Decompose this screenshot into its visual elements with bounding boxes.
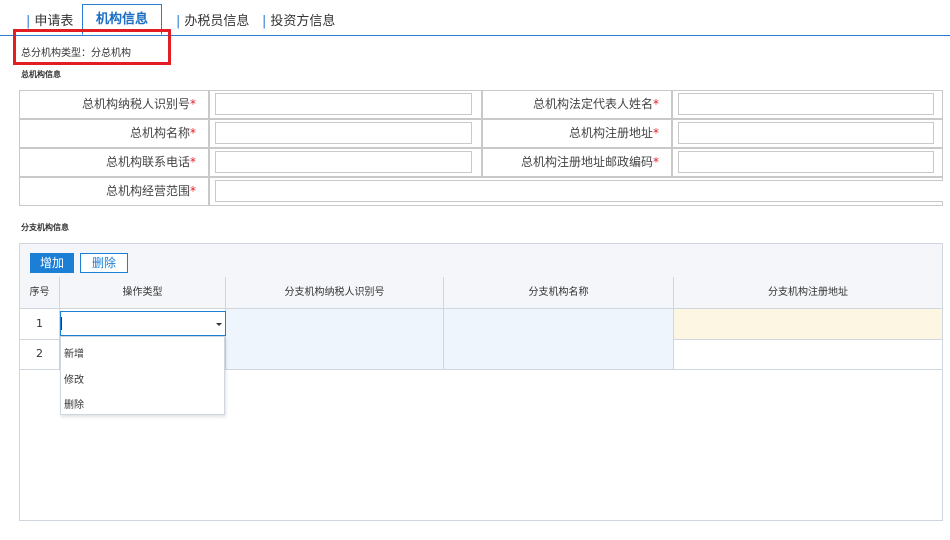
- dropdown-option-delete[interactable]: 删除: [64, 396, 84, 411]
- required-mark: *: [653, 126, 659, 140]
- row-index: 1: [20, 309, 60, 339]
- branch-name-cell[interactable]: [444, 309, 674, 339]
- legal-rep-label: 总机构法定代表人姓名*: [482, 90, 672, 119]
- chevron-down-icon[interactable]: [216, 323, 222, 326]
- required-mark: *: [190, 126, 196, 140]
- required-mark: *: [653, 97, 659, 111]
- label-text: 总机构注册地址: [568, 126, 653, 140]
- tax-id-input[interactable]: [215, 93, 472, 115]
- reg-address-label: 总机构注册地址*: [482, 119, 672, 148]
- tab-separator: |: [262, 14, 267, 29]
- delete-button[interactable]: 删除: [80, 253, 128, 273]
- business-scope-input[interactable]: [215, 180, 943, 202]
- branch-tax-id-cell[interactable]: [226, 309, 444, 339]
- tab-separator: |: [26, 14, 31, 29]
- branch-address-cell[interactable]: [674, 339, 942, 369]
- required-mark: *: [190, 155, 196, 169]
- required-mark: *: [190, 184, 196, 198]
- required-mark: *: [653, 155, 659, 169]
- head-office-section-title: 总机构信息: [21, 70, 61, 79]
- form-row: 总机构名称* 总机构注册地址*: [19, 119, 943, 148]
- tax-id-label: 总机构纳税人识别号*: [19, 90, 209, 119]
- branch-name-cell[interactable]: [444, 339, 674, 369]
- tab-label: 办税员信息: [184, 14, 250, 29]
- branch-address-cell[interactable]: [674, 309, 942, 339]
- label-text: 总机构纳税人识别号: [81, 97, 190, 111]
- postal-code-input[interactable]: [678, 151, 934, 173]
- label-text: 总机构联系电话: [105, 155, 190, 169]
- column-header-branch-address: 分支机构注册地址: [768, 287, 848, 298]
- form-row: 总机构纳税人识别号* 总机构法定代表人姓名*: [19, 90, 943, 119]
- tab-investor-info[interactable]: | 投资方信息: [262, 10, 335, 29]
- column-header-operation-type: 操作类型: [60, 277, 226, 308]
- legal-rep-input[interactable]: [678, 93, 934, 115]
- table-header: 序号 操作类型 分支机构纳税人识别号 分支机构名称 分支机构注册地址: [20, 277, 942, 309]
- tab-application[interactable]: | 申请表: [26, 10, 73, 29]
- form-row: 总机构联系电话* 总机构注册地址邮政编码*: [19, 148, 943, 177]
- org-type-line: 总分机构类型：分总机构: [21, 48, 131, 59]
- label-text: 总机构经营范围: [105, 184, 190, 198]
- row-index: 2: [20, 339, 60, 369]
- label-text: 总机构法定代表人姓名: [532, 97, 653, 111]
- operation-type-select[interactable]: [60, 311, 226, 336]
- operation-type-dropdown: 新增 修改 删除: [60, 336, 225, 415]
- branch-section-title: 分支机构信息: [21, 223, 69, 232]
- tab-tax-officer-info[interactable]: | 办税员信息: [176, 10, 249, 29]
- phone-label: 总机构联系电话*: [19, 148, 209, 177]
- dropdown-option-modify[interactable]: 修改: [64, 371, 84, 386]
- name-input[interactable]: [215, 122, 472, 144]
- column-header-branch-tax-id: 分支机构纳税人识别号: [226, 277, 444, 308]
- branch-tax-id-cell[interactable]: [226, 339, 444, 369]
- text-caret: [61, 317, 62, 330]
- add-button[interactable]: 增加: [30, 253, 74, 273]
- required-mark: *: [190, 97, 196, 111]
- column-header-branch-name: 分支机构名称: [444, 277, 674, 308]
- dropdown-option-add[interactable]: 新增: [64, 345, 84, 360]
- name-label: 总机构名称*: [19, 119, 209, 148]
- tab-separator: |: [176, 14, 181, 29]
- tab-label: 申请表: [34, 14, 74, 29]
- form-row: 总机构经营范围*: [19, 177, 943, 206]
- postal-code-label: 总机构注册地址邮政编码*: [482, 148, 672, 177]
- label-text: 总机构注册地址邮政编码: [520, 155, 653, 169]
- tab-label: 机构信息: [95, 12, 148, 27]
- label-text: 总机构名称: [129, 126, 190, 140]
- phone-input[interactable]: [215, 151, 472, 173]
- business-scope-label: 总机构经营范围*: [19, 177, 209, 206]
- column-header-index: 序号: [20, 277, 60, 308]
- table-toolbar: 增加 删除: [20, 244, 942, 278]
- reg-address-input[interactable]: [678, 122, 934, 144]
- tab-label: 投资方信息: [270, 14, 336, 29]
